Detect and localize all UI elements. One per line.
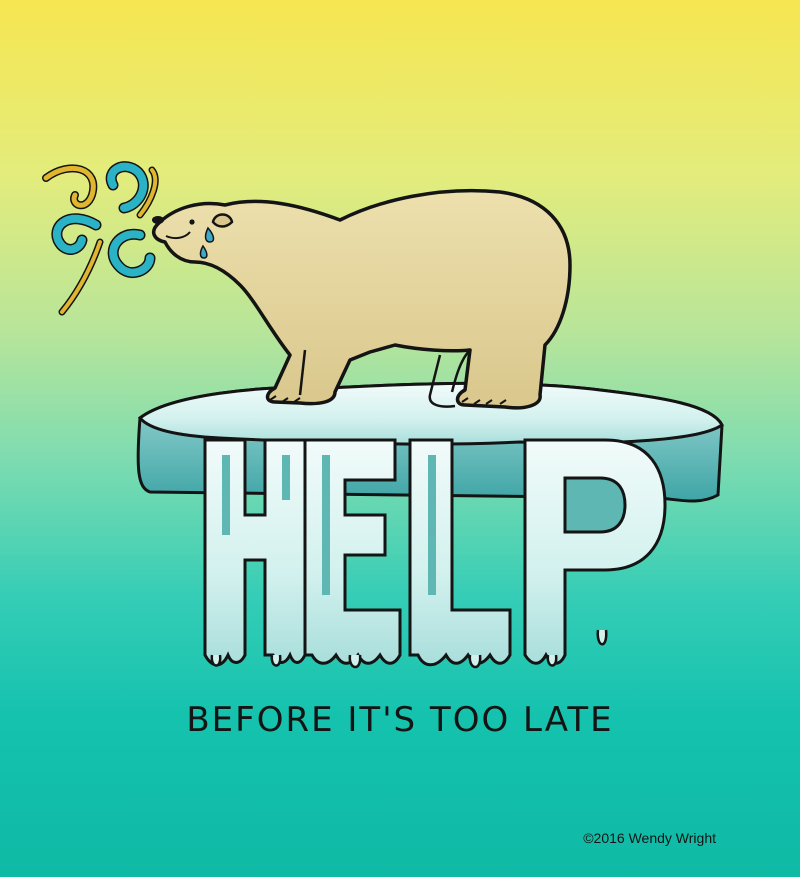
breath-swirl-icon [42,161,159,316]
tagline: BEFORE IT'S TOO LATE [186,700,614,740]
help-headline-letters [203,438,667,667]
polar-bear-icon [151,188,572,410]
illustration [42,161,724,669]
copyright-credit: ©2016 Wendy Wright [583,830,716,846]
